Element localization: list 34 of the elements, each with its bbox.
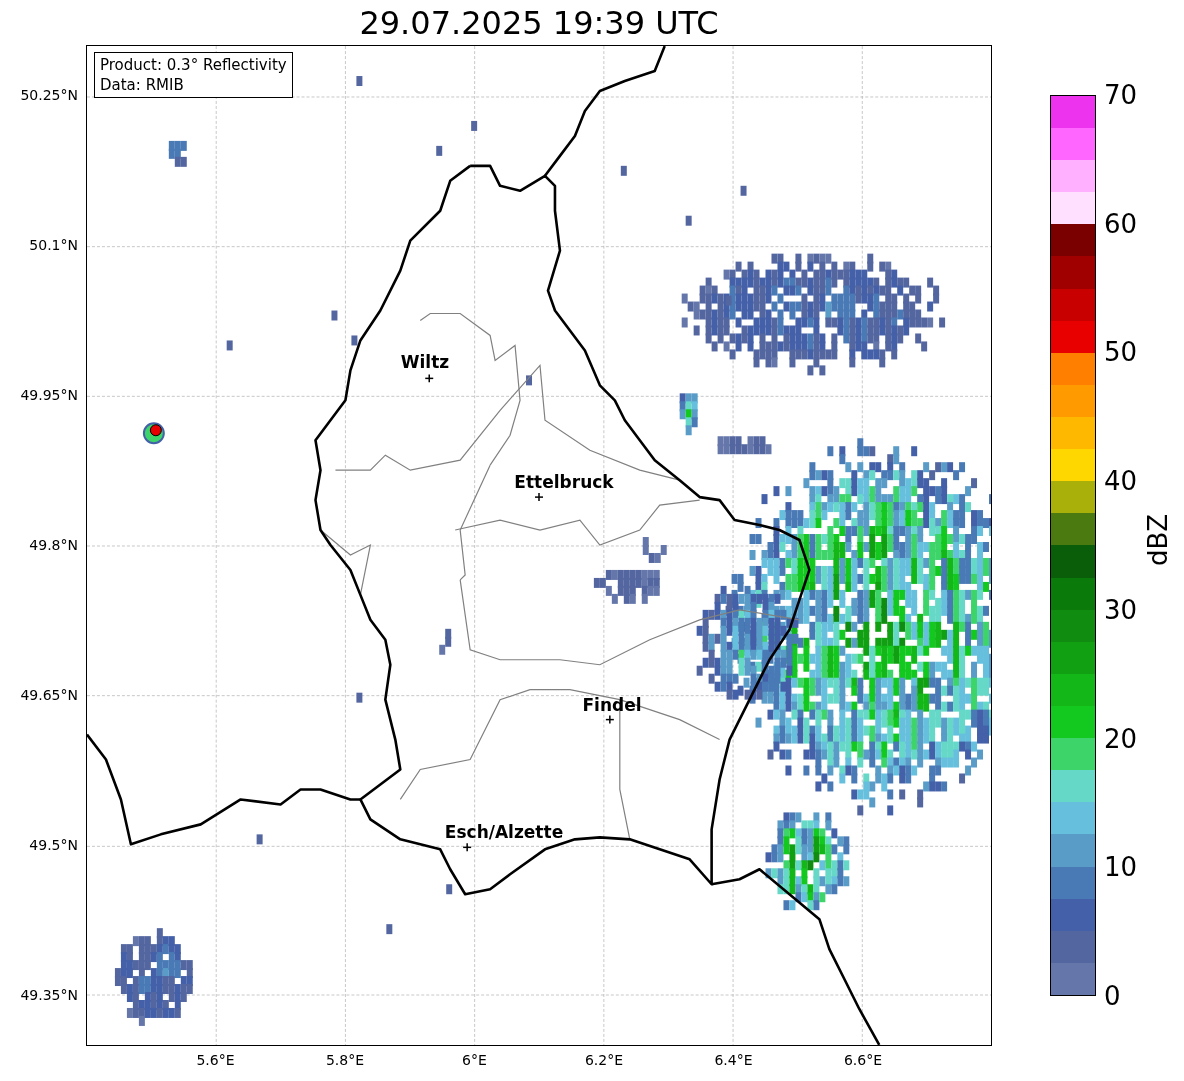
- colorbar-tick-label: 70: [1104, 82, 1138, 108]
- city-label: Ettelbruck: [514, 472, 614, 492]
- longitude-tick-label: 6.2°E: [584, 1052, 624, 1068]
- chart-title: 29.07.2025 19:39 UTC: [358, 2, 720, 44]
- longitude-tick-label: 6.6°E: [843, 1052, 883, 1068]
- colorbar-tick-label: 50: [1104, 339, 1138, 366]
- latitude-tick-label: 49.8°N: [29, 537, 78, 553]
- info-text: Product: 0.3° Reflectivity: [100, 55, 287, 75]
- longitude-tick-label: 5.8°E: [325, 1052, 365, 1068]
- radar-site-icon: [142, 422, 165, 445]
- colorbar-tick-label: 0: [1104, 983, 1121, 1009]
- colorbar-tick-label: 10: [1104, 854, 1138, 881]
- city-label: Wiltz: [400, 352, 450, 372]
- city-label: Findel: [582, 695, 642, 715]
- longitude-tick-label: 6.4°E: [714, 1052, 753, 1068]
- longitude-tick-label: 6°E: [462, 1052, 487, 1068]
- latitude-tick-label: 50.25°N: [20, 87, 78, 103]
- latitude-tick-label: 49.65°N: [20, 687, 78, 703]
- city-marker-icon: [424, 373, 434, 384]
- colorbar-tick-label: 40: [1104, 468, 1138, 495]
- colorbar-label: dBZ: [1143, 513, 1174, 567]
- colorbar-tick-label: 20: [1104, 725, 1138, 752]
- latitude-tick-label: 49.5°N: [29, 837, 78, 853]
- city-label: Esch/Alzette: [444, 822, 564, 842]
- latitude-tick-label: 49.95°N: [20, 387, 78, 403]
- city-marker-icon: [605, 714, 615, 725]
- latitude-tick-label: 49.35°N: [20, 987, 78, 1003]
- longitude-tick-label: 5.6°E: [196, 1052, 235, 1068]
- colorbar-tick-label: 30: [1104, 596, 1138, 623]
- colorbar-tick-label: 60: [1104, 210, 1138, 237]
- info-text: Data: RMIB: [100, 75, 185, 95]
- latitude-tick-label: 50.1°N: [29, 237, 78, 253]
- city-marker-icon: [462, 842, 472, 853]
- city-marker-icon: [534, 492, 544, 502]
